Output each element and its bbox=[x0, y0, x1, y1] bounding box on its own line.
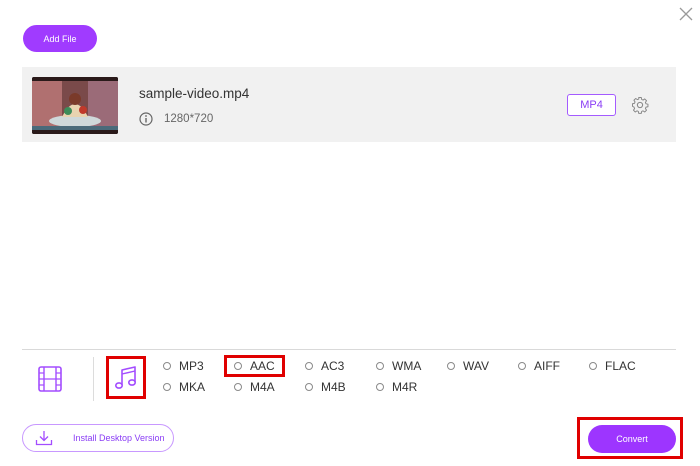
radio-button[interactable] bbox=[376, 362, 384, 370]
format-label: WMA bbox=[392, 359, 422, 373]
format-label: WAV bbox=[463, 359, 489, 373]
format-label: MKA bbox=[179, 380, 206, 394]
radio-button[interactable] bbox=[305, 362, 313, 370]
add-file-button[interactable]: Add File bbox=[23, 25, 97, 52]
format-label: M4A bbox=[250, 380, 275, 394]
info-icon[interactable] bbox=[139, 112, 153, 126]
format-option-wma[interactable]: WMA bbox=[376, 358, 421, 374]
radio-button[interactable] bbox=[234, 383, 242, 391]
format-option-m4a[interactable]: M4A bbox=[234, 379, 275, 395]
radio-button[interactable] bbox=[376, 383, 384, 391]
format-label: M4R bbox=[392, 380, 418, 394]
format-option-aac[interactable]: AAC bbox=[234, 358, 275, 374]
close-icon bbox=[679, 7, 693, 21]
file-resolution: 1280*720 bbox=[164, 113, 214, 125]
format-option-aiff[interactable]: AIFF bbox=[518, 358, 560, 374]
format-label: MP3 bbox=[179, 359, 204, 373]
convert-button[interactable]: Convert bbox=[588, 425, 676, 453]
format-label: M4B bbox=[321, 380, 346, 394]
install-label: Install Desktop Version bbox=[73, 433, 165, 443]
film-icon bbox=[38, 366, 62, 392]
tab-separator bbox=[93, 357, 94, 401]
format-label: AAC bbox=[250, 359, 275, 373]
format-option-flac[interactable]: FLAC bbox=[589, 358, 636, 374]
install-desktop-button[interactable]: Install Desktop Version bbox=[22, 424, 174, 452]
radio-button[interactable] bbox=[589, 362, 597, 370]
video-thumbnail bbox=[32, 77, 118, 134]
format-option-wav[interactable]: WAV bbox=[447, 358, 489, 374]
gear-icon[interactable] bbox=[631, 96, 649, 114]
output-format-button[interactable]: MP4 bbox=[567, 94, 616, 116]
music-note-icon bbox=[114, 365, 137, 389]
radio-button[interactable] bbox=[447, 362, 455, 370]
download-icon bbox=[35, 431, 53, 446]
thumbnail-image bbox=[32, 77, 118, 134]
format-option-mka[interactable]: MKA bbox=[163, 379, 205, 395]
format-option-m4b[interactable]: M4B bbox=[305, 379, 346, 395]
video-tab[interactable] bbox=[37, 364, 63, 394]
radio-button[interactable] bbox=[305, 383, 313, 391]
radio-button[interactable] bbox=[234, 362, 242, 370]
divider bbox=[22, 349, 676, 350]
audio-tab[interactable] bbox=[106, 356, 146, 399]
format-label: AC3 bbox=[321, 359, 345, 373]
radio-button[interactable] bbox=[163, 383, 171, 391]
file-name: sample-video.mp4 bbox=[139, 86, 250, 101]
file-item: sample-video.mp4 1280*720 MP4 bbox=[22, 67, 676, 142]
close-button[interactable] bbox=[676, 4, 696, 24]
radio-button[interactable] bbox=[518, 362, 526, 370]
format-label: FLAC bbox=[605, 359, 636, 373]
format-label: AIFF bbox=[534, 359, 560, 373]
format-option-ac3[interactable]: AC3 bbox=[305, 358, 344, 374]
radio-button[interactable] bbox=[163, 362, 171, 370]
format-option-mp3[interactable]: MP3 bbox=[163, 358, 204, 374]
format-option-m4r[interactable]: M4R bbox=[376, 379, 417, 395]
